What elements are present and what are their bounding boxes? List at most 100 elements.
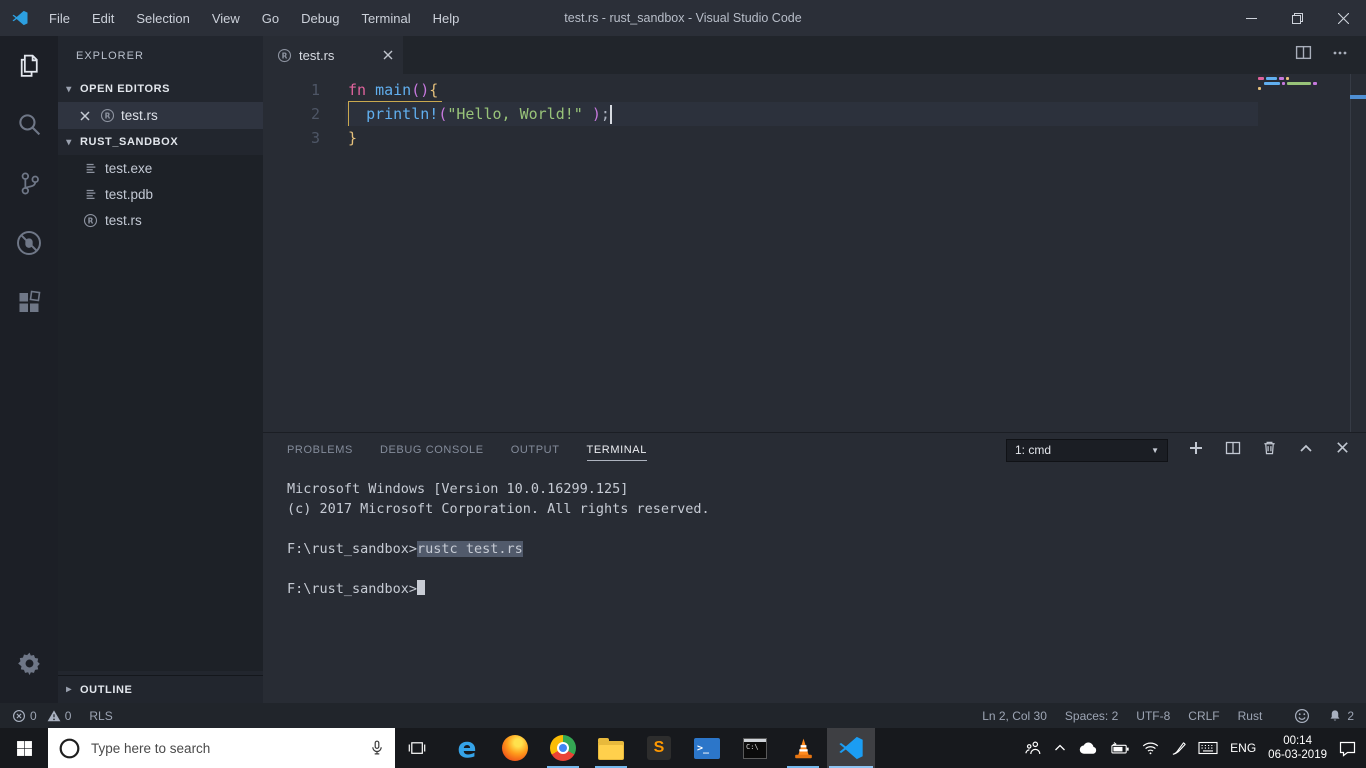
menu-debug[interactable]: Debug — [290, 0, 350, 36]
battery-icon[interactable] — [1110, 741, 1130, 755]
problems-status[interactable]: 0 0 — [12, 709, 71, 723]
microphone-icon[interactable] — [369, 740, 385, 756]
code-editor[interactable]: 1 fn main(){2 println!("Hello, World!" );… — [263, 74, 1366, 432]
source-control-git-branch-icon[interactable] — [0, 154, 58, 213]
eol-status[interactable]: CRLF — [1188, 709, 1219, 723]
split-terminal-icon[interactable] — [1225, 440, 1241, 461]
code-lines: 1 fn main(){2 println!("Hello, World!" );… — [263, 78, 1366, 150]
taskbar-app-command-prompt[interactable]: C:\ — [731, 728, 779, 768]
extensions-icon[interactable] — [0, 272, 58, 331]
onedrive-cloud-icon[interactable] — [1079, 741, 1098, 755]
taskbar-search-box[interactable] — [48, 728, 395, 768]
indentation-status[interactable]: Spaces: 2 — [1065, 709, 1118, 723]
minimap[interactable] — [1256, 77, 1350, 429]
language-mode-status[interactable]: Rust — [1238, 709, 1263, 723]
task-view-button[interactable] — [395, 728, 439, 768]
tab-test-rs[interactable]: R test.rs — [263, 36, 403, 74]
taskbar-app-vscode[interactable] — [827, 728, 875, 768]
rust-file-icon: R — [100, 108, 115, 123]
search-input[interactable] — [91, 740, 359, 756]
language-indicator[interactable]: ENG — [1230, 741, 1256, 755]
open-editor-item[interactable]: Rtest.rs — [58, 102, 263, 129]
people-icon[interactable] — [1025, 740, 1041, 756]
tree-item[interactable]: test.pdb — [58, 181, 263, 207]
bracket-scope-guide — [348, 101, 349, 126]
tray-chevron-up-icon[interactable] — [1053, 741, 1067, 755]
taskbar-app-powershell[interactable]: >_ — [683, 728, 731, 768]
encoding-status[interactable]: UTF-8 — [1136, 709, 1170, 723]
editor-scrollbar[interactable] — [1350, 74, 1366, 432]
more-actions-icon[interactable] — [1332, 45, 1348, 66]
window-controls — [1228, 0, 1366, 36]
split-editor-icon[interactable] — [1295, 44, 1312, 66]
notifications-count: 2 — [1347, 708, 1354, 723]
rust-file-icon: R — [83, 213, 98, 228]
taskbar-app-sublime-text[interactable]: S — [635, 728, 683, 768]
error-count: 0 — [30, 708, 37, 723]
windows-ink-pen-icon[interactable] — [1171, 741, 1186, 756]
status-bar: 0 0 RLS Ln 2, Col 30 Spaces: 2 UTF-8 CRL… — [0, 703, 1366, 728]
touch-keyboard-icon[interactable] — [1198, 741, 1218, 755]
menu-help[interactable]: Help — [422, 0, 471, 36]
new-terminal-plus-icon[interactable] — [1188, 440, 1204, 461]
menu-edit[interactable]: Edit — [81, 0, 125, 36]
vscode-window: File Edit Selection View Go Debug Terminal Help… — [0, 0, 1366, 728]
settings-gear-icon[interactable] — [0, 634, 58, 693]
menu-terminal[interactable]: Terminal — [350, 0, 421, 36]
token: fn — [348, 81, 367, 99]
panel-tab-terminal[interactable]: TERMINAL — [586, 440, 647, 461]
panel-tab-output[interactable]: OUTPUT — [511, 440, 560, 461]
menu-selection[interactable]: Selection — [125, 0, 200, 36]
terminal-picker-dropdown[interactable]: 1: cmd ▼ — [1006, 438, 1168, 462]
desktop: File Edit Selection View Go Debug Terminal Help… — [0, 0, 1366, 768]
minimize-button[interactable] — [1228, 0, 1274, 36]
maximize-panel-chevron-up-icon[interactable] — [1298, 440, 1314, 461]
sidebar-explorer: EXPLORER ▾ OPEN EDITORS Rtest.rs ▾ RUST_… — [58, 36, 263, 703]
menu-go[interactable]: Go — [251, 0, 290, 36]
tree-item[interactable]: Rtest.rs — [58, 207, 263, 233]
taskbar-app-edge[interactable]: e — [443, 728, 491, 768]
tab-close-icon[interactable] — [383, 50, 393, 60]
close-file-icon[interactable] — [80, 110, 94, 121]
notifications-bell[interactable]: 2 — [1328, 709, 1354, 723]
clock[interactable]: 00:14 06-03-2019 — [1268, 734, 1327, 762]
taskbar-app-firefox[interactable] — [491, 728, 539, 768]
outline-header[interactable]: ▸ OUTLINE — [58, 675, 263, 703]
feedback-smiley-icon[interactable] — [1294, 708, 1310, 724]
code-line[interactable]: 1 fn main(){ — [263, 78, 1366, 102]
error-icon — [12, 709, 26, 723]
debug-icon[interactable] — [0, 213, 58, 272]
terminal-output[interactable]: Microsoft Windows [Version 10.0.16299.12… — [263, 467, 1366, 599]
panel-tab-problems[interactable]: PROBLEMS — [287, 440, 353, 461]
menu-file[interactable]: File — [38, 0, 81, 36]
file-file-icon — [83, 161, 98, 175]
panel-tab-debug-console[interactable]: DEBUG CONSOLE — [380, 440, 484, 461]
code-line[interactable]: 2 println!("Hello, World!" ); — [263, 102, 1366, 126]
menu-bar: File Edit Selection View Go Debug Terminal Help — [38, 0, 470, 36]
menu-view[interactable]: View — [201, 0, 251, 36]
start-button[interactable] — [0, 728, 48, 768]
wifi-icon[interactable] — [1142, 741, 1159, 755]
open-editors-header[interactable]: ▾ OPEN EDITORS — [58, 76, 263, 102]
rls-status[interactable]: RLS — [89, 709, 112, 723]
bottom-panel: PROBLEMS DEBUG CONSOLE OUTPUT TERMINAL 1: c… — [263, 432, 1366, 703]
close-button[interactable] — [1320, 0, 1366, 36]
close-panel-icon[interactable] — [1335, 440, 1350, 460]
windows-taskbar: e S>_C:\ ENG 00:14 06-03-2019 — [0, 728, 1366, 768]
cursor-position-status[interactable]: Ln 2, Col 30 — [982, 709, 1047, 723]
terminal-prompt: F:\rust_sandbox> — [287, 541, 418, 557]
taskbar-app-file-explorer[interactable] — [587, 728, 635, 768]
panel-header: PROBLEMS DEBUG CONSOLE OUTPUT TERMINAL 1: c… — [263, 433, 1366, 467]
taskbar-app-vlc[interactable] — [779, 728, 827, 768]
code-line[interactable]: 3} — [263, 126, 1366, 150]
folder-header[interactable]: ▾ RUST_SANDBOX — [58, 129, 263, 155]
taskbar-app-chrome[interactable] — [539, 728, 587, 768]
restore-button[interactable] — [1274, 0, 1320, 36]
kill-terminal-trash-icon[interactable] — [1262, 440, 1277, 460]
action-center-icon[interactable] — [1339, 740, 1356, 757]
tree-item[interactable]: test.exe — [58, 155, 263, 181]
search-icon[interactable] — [0, 95, 58, 154]
explorer-files-icon[interactable] — [0, 36, 58, 95]
token: ; — [600, 105, 610, 123]
